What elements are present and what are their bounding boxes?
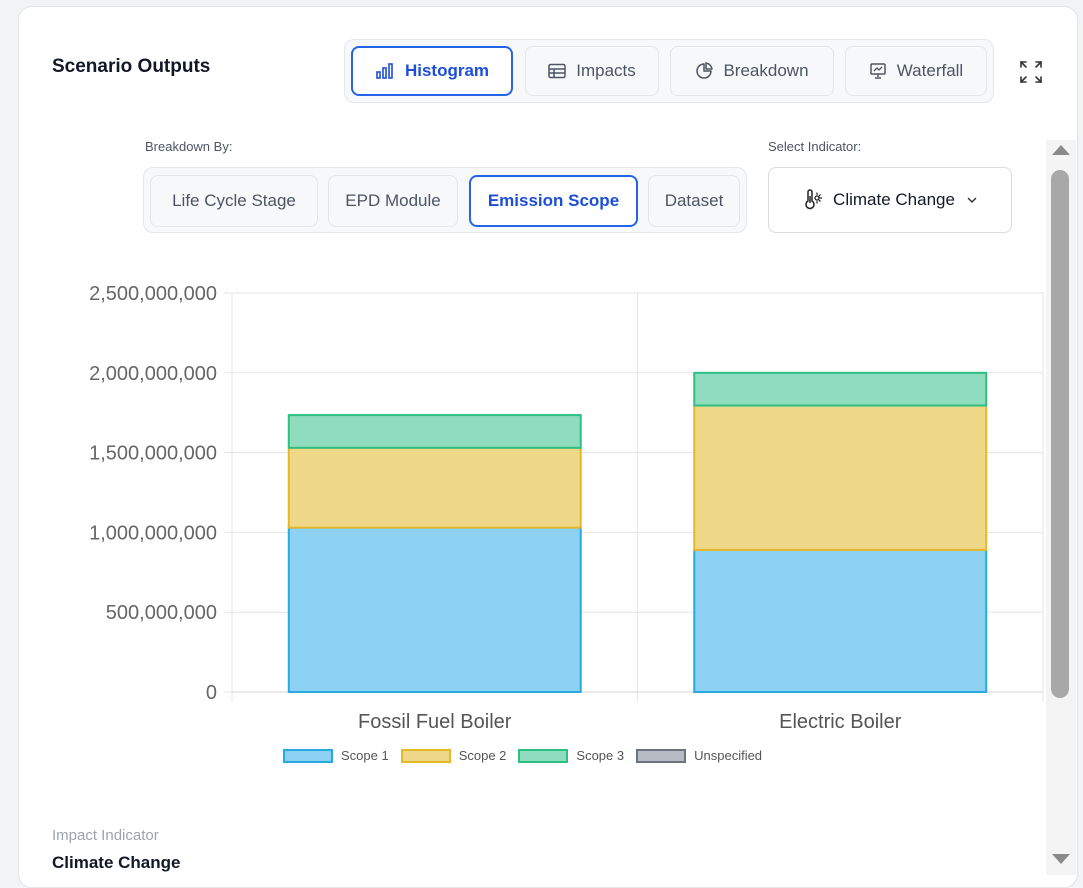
bar-segment-scope-2 — [287, 446, 582, 529]
y-tick-label: 0 — [206, 682, 217, 704]
stacked-bar-chart: 0 500,000,000 1,000,000,000 1,500,000,000 2,… — [89, 283, 1044, 733]
scroll-up-arrow[interactable] — [1052, 145, 1070, 155]
legend-label: Scope 3 — [576, 748, 625, 763]
bar-segment-scope-1 — [693, 548, 988, 693]
legend-swatch — [400, 748, 451, 763]
legend-item[interactable]: Scope 1 — [283, 748, 389, 763]
bar-segment-scope-2 — [693, 404, 988, 551]
x-tick-label: Electric Boiler — [779, 711, 902, 733]
y-tick-label: 1,000,000,000 — [89, 522, 217, 544]
scroll-down-arrow[interactable] — [1052, 854, 1070, 864]
legend-item[interactable]: Scope 2 — [400, 748, 507, 763]
bar-segment-scope-3 — [693, 371, 988, 407]
legend-swatch — [518, 748, 569, 763]
x-tick-label: Fossil Fuel Boiler — [358, 711, 512, 733]
bar-segment-scope-1 — [287, 526, 582, 693]
chart-legend: Scope 1 Scope 2 Scope 3 Unspecified — [283, 748, 774, 763]
y-tick-label: 500,000,000 — [106, 602, 217, 624]
impact-indicator-value: Climate Change — [52, 853, 181, 872]
legend-item[interactable]: Scope 3 — [518, 748, 624, 763]
scrollbar-thumb[interactable] — [1051, 170, 1069, 698]
legend-label: Scope 2 — [458, 748, 507, 763]
bar-segment-scope-3 — [287, 414, 582, 449]
legend-label: Scope 1 — [341, 748, 389, 763]
legend-label: Unspecified — [694, 748, 763, 763]
y-tick-label: 2,500,000,000 — [89, 283, 217, 305]
y-tick-label: 2,000,000,000 — [89, 363, 217, 385]
legend-swatch — [283, 748, 333, 763]
impact-indicator-label: Impact Indicator — [52, 827, 159, 844]
legend-item[interactable]: Unspecified — [636, 748, 762, 763]
legend-swatch — [636, 748, 687, 763]
y-tick-label: 1,500,000,000 — [89, 443, 217, 465]
